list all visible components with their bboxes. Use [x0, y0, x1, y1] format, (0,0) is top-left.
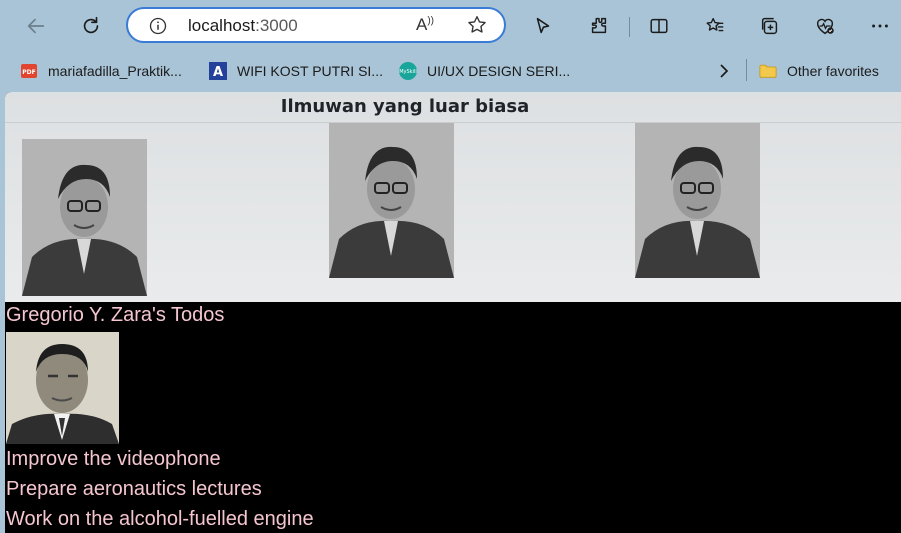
collections-icon: [761, 17, 778, 35]
url-host: localhost: [188, 16, 256, 35]
mysk-icon: MySkill: [399, 62, 417, 80]
url-port: :3000: [255, 16, 298, 35]
page-content: Ilmuwan yang luar biasa Gregorio Y. Zara…: [5, 92, 901, 533]
extensions-button[interactable]: [583, 10, 615, 42]
address-bar[interactable]: localhost:3000 A)): [126, 7, 506, 43]
todo-item: Work on the alcohol-fuelled engine: [6, 508, 314, 530]
svg-text:PDF: PDF: [22, 69, 35, 76]
browser-essentials-icon: [816, 18, 834, 35]
info-icon[interactable]: [148, 16, 168, 36]
todo-item: Improve the videophone: [6, 448, 221, 470]
refresh-button[interactable]: [75, 10, 107, 42]
refresh-icon: [83, 16, 99, 34]
folder-icon: [759, 62, 777, 80]
svg-text:A: A: [213, 65, 223, 80]
scientist-photo: [22, 139, 147, 296]
bookmark-item[interactable]: PDF mariafadilla_Praktik...: [20, 60, 182, 82]
other-favorites-label: Other favorites: [787, 63, 879, 79]
zara-photo: [6, 332, 119, 444]
toolbar-divider: [629, 17, 630, 37]
chevron-right-icon: [720, 64, 729, 78]
bookmark-label: mariafadilla_Praktik...: [48, 63, 182, 79]
todo-heading: Gregorio Y. Zara's Todos: [6, 304, 225, 326]
pdf-icon: PDF: [20, 62, 38, 80]
favorite-star-icon[interactable]: [466, 14, 488, 36]
scientist-photo: [329, 123, 454, 278]
bookmark-item[interactable]: A WIFI KOST PUTRI SI...: [209, 60, 383, 82]
split-screen-button[interactable]: [643, 10, 675, 42]
url-text[interactable]: localhost:3000: [188, 16, 298, 36]
bookmark-label: UI/UX DESIGN SERI...: [427, 63, 571, 79]
back-button[interactable]: [20, 10, 52, 42]
read-aloud-icon[interactable]: A)): [416, 15, 434, 35]
more-button[interactable]: [864, 10, 896, 42]
bookmark-item[interactable]: MySkill UI/UX DESIGN SERI...: [399, 60, 570, 82]
favorites-icon: [706, 17, 724, 32]
a-letter-icon: A: [209, 62, 227, 80]
cursor-icon: [536, 17, 550, 34]
browser-toolbar: localhost:3000 A)): [0, 0, 901, 52]
collections-button[interactable]: [754, 10, 786, 42]
page-title: Ilmuwan yang luar biasa: [280, 96, 530, 117]
scientist-photo: [635, 123, 760, 278]
other-favorites-button[interactable]: Other favorites: [759, 60, 879, 82]
todo-item: Prepare aeronautics lectures: [6, 478, 262, 500]
svg-text:MySkill: MySkill: [399, 69, 417, 75]
split-screen-icon: [650, 18, 668, 34]
todo-list: Improve the videophone Prepare aeronauti…: [6, 446, 314, 533]
bookmarks-overflow-button[interactable]: [715, 60, 733, 82]
cursor-button[interactable]: [527, 10, 559, 42]
bookmark-label: WIFI KOST PUTRI SI...: [237, 63, 383, 79]
more-icon: [872, 24, 888, 28]
bookmarks-bar: PDF mariafadilla_Praktik... A WIFI KOST …: [0, 52, 901, 90]
bookmarks-divider: [746, 59, 747, 81]
favorites-button[interactable]: [699, 10, 731, 42]
back-icon: [27, 18, 45, 34]
browser-essentials-button[interactable]: [809, 10, 841, 42]
scientists-header-card: Ilmuwan yang luar biasa: [5, 92, 901, 302]
extensions-icon: [591, 17, 607, 34]
